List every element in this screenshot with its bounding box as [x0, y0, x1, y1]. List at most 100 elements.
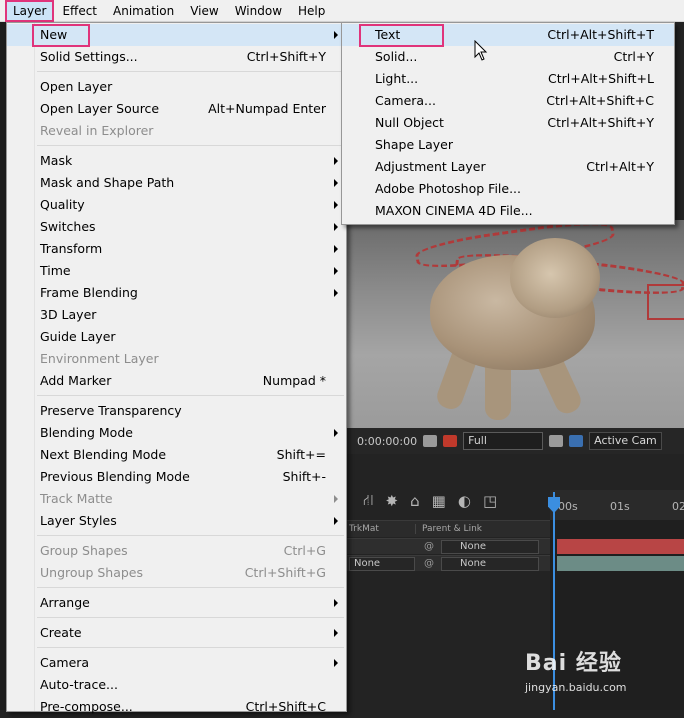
ruler-tick: 02: [672, 500, 684, 513]
menu-item-time[interactable]: Time: [7, 260, 346, 282]
menu-item-shortcut: Ctrl+Shift+G: [244, 565, 326, 580]
menu-item-label: Quality: [40, 197, 85, 212]
submenu-item-light[interactable]: Light... Ctrl+Alt+Shift+L: [342, 68, 674, 90]
parent-select[interactable]: None: [441, 556, 539, 571]
submenu-item-label: Camera...: [375, 93, 436, 108]
menu-item-transform[interactable]: Transform: [7, 238, 346, 260]
menu-item-shortcut: Shift+-: [282, 469, 326, 484]
layer-duration-bar[interactable]: [557, 539, 684, 554]
menu-item-label: Arrange: [40, 595, 90, 610]
color-channel-icon[interactable]: [443, 435, 458, 447]
submenu-item-adobe-photoshop-file[interactable]: Adobe Photoshop File...: [342, 178, 674, 200]
camera-snapshot-icon[interactable]: [423, 435, 438, 447]
menu-item-solid-settings[interactable]: Solid Settings... Ctrl+Shift+Y: [7, 46, 346, 68]
submenu-item-label: Light...: [375, 71, 419, 86]
menu-item-label: Previous Blending Mode: [40, 469, 190, 484]
resolution-select[interactable]: Full: [463, 432, 544, 450]
menu-item-quality[interactable]: Quality: [7, 194, 346, 216]
pick-whip-icon[interactable]: @: [423, 541, 435, 552]
menu-item-guide-layer[interactable]: Guide Layer: [7, 326, 346, 348]
menubar-layer[interactable]: Layer: [5, 0, 55, 22]
menu-item-label: Mask and Shape Path: [40, 175, 175, 190]
menu-item-label: Create: [40, 625, 82, 640]
region-of-interest-icon[interactable]: [549, 435, 564, 447]
submenu-item-shortcut: Ctrl+Alt+Shift+Y: [547, 115, 654, 130]
menu-item-label: Reveal in Explorer: [40, 123, 154, 138]
menu-item-label: Solid Settings...: [40, 49, 138, 64]
submenu-arrow-icon: [334, 659, 338, 667]
active-camera-select[interactable]: Active Cam: [589, 432, 662, 450]
trkmat-select[interactable]: None: [349, 556, 415, 571]
menu-item-camera[interactable]: Camera: [7, 652, 346, 674]
menu-item-label: Next Blending Mode: [40, 447, 167, 462]
menu-item-mask-and-shape-path[interactable]: Mask and Shape Path: [7, 172, 346, 194]
menu-item-arrange[interactable]: Arrange: [7, 592, 346, 614]
submenu-item-shape-layer[interactable]: Shape Layer: [342, 134, 674, 156]
menu-item-label: Open Layer: [40, 79, 113, 94]
composition-viewer[interactable]: [345, 220, 684, 428]
submenu-item-solid[interactable]: Solid... Ctrl+Y: [342, 46, 674, 68]
menu-item-3d-layer[interactable]: 3D Layer: [7, 304, 346, 326]
timecode[interactable]: 0:00:00:00: [357, 435, 417, 448]
time-ruler[interactable]: 00s 01s 02: [550, 490, 684, 520]
pick-whip-icon[interactable]: @: [423, 558, 435, 569]
submenu-arrow-icon: [334, 517, 338, 525]
draft-3d-icon[interactable]: ✸: [386, 492, 399, 510]
menu-item-create[interactable]: Create: [7, 622, 346, 644]
layer-row[interactable]: @ None: [345, 538, 550, 554]
menu-item-auto-trace[interactable]: Auto-trace...: [7, 674, 346, 696]
menu-item-shortcut: Ctrl+G: [283, 543, 326, 558]
menu-separator: [37, 617, 344, 618]
parent-select[interactable]: None: [441, 539, 539, 554]
menu-item-next-blending-mode[interactable]: Next Blending Mode Shift+=: [7, 444, 346, 466]
highlight-box-new: [32, 24, 90, 47]
menu-separator: [37, 587, 344, 588]
menu-item-add-marker[interactable]: Add Marker Numpad *: [7, 370, 346, 392]
menubar-effect[interactable]: Effect: [54, 0, 105, 22]
shy-layers-icon[interactable]: ⌂: [410, 492, 420, 510]
submenu-item-label: Shape Layer: [375, 137, 453, 152]
submenu-item-label: Adjustment Layer: [375, 159, 486, 174]
menubar-view[interactable]: View: [182, 0, 226, 22]
menu-item-pre-compose[interactable]: Pre-compose... Ctrl+Shift+C: [7, 696, 346, 718]
transparency-grid-icon[interactable]: [569, 435, 584, 447]
submenu-item-label: Solid...: [375, 49, 418, 64]
watermark: Bai 经验 jingyan.baidu.com: [525, 645, 675, 705]
menu-item-label: Time: [40, 263, 71, 278]
menubar-window[interactable]: Window: [227, 0, 290, 22]
menu-separator: [37, 145, 344, 146]
col-trkmat[interactable]: TrkMat: [345, 524, 415, 534]
menu-item-label: Auto-trace...: [40, 677, 118, 692]
menu-item-label: Camera: [40, 655, 90, 670]
menu-item-shortcut: Numpad *: [262, 373, 326, 388]
menu-item-mask[interactable]: Mask: [7, 150, 346, 172]
layer-row[interactable]: None @ None: [345, 555, 550, 571]
comp-flowchart-icon[interactable]: ⛙: [363, 491, 374, 511]
menu-item-open-layer[interactable]: Open Layer: [7, 76, 346, 98]
menu-item-shortcut: Alt+Numpad Enter: [208, 101, 326, 116]
frame-blending-icon[interactable]: ▦: [432, 492, 446, 510]
submenu-arrow-icon: [334, 31, 338, 39]
ruler-tick: 01s: [610, 500, 630, 513]
mask-rectangle[interactable]: [647, 284, 684, 320]
motion-blur-icon[interactable]: ◐: [458, 492, 471, 510]
submenu-item-maxon-cinema-4d-file[interactable]: MAXON CINEMA 4D File...: [342, 200, 674, 222]
layer-duration-bar[interactable]: [557, 556, 684, 571]
menu-item-open-layer-source[interactable]: Open Layer Source Alt+Numpad Enter: [7, 98, 346, 120]
submenu-item-adjustment-layer[interactable]: Adjustment Layer Ctrl+Alt+Y: [342, 156, 674, 178]
menubar-help[interactable]: Help: [290, 0, 333, 22]
menu-item-frame-blending[interactable]: Frame Blending: [7, 282, 346, 304]
menu-item-preserve-transparency[interactable]: Preserve Transparency: [7, 400, 346, 422]
menu-item-blending-mode[interactable]: Blending Mode: [7, 422, 346, 444]
menu-item-label: Transform: [40, 241, 103, 256]
submenu-arrow-icon: [334, 599, 338, 607]
col-parent-link[interactable]: Parent & Link: [415, 524, 482, 534]
submenu-item-null-object[interactable]: Null Object Ctrl+Alt+Shift+Y: [342, 112, 674, 134]
menu-item-previous-blending-mode[interactable]: Previous Blending Mode Shift+-: [7, 466, 346, 488]
menubar-animation[interactable]: Animation: [105, 0, 182, 22]
submenu-item-camera[interactable]: Camera... Ctrl+Alt+Shift+C: [342, 90, 674, 112]
menu-item-layer-styles[interactable]: Layer Styles: [7, 510, 346, 532]
menu-item-label: Switches: [40, 219, 96, 234]
graph-editor-icon[interactable]: ◳: [483, 492, 497, 510]
menu-item-switches[interactable]: Switches: [7, 216, 346, 238]
